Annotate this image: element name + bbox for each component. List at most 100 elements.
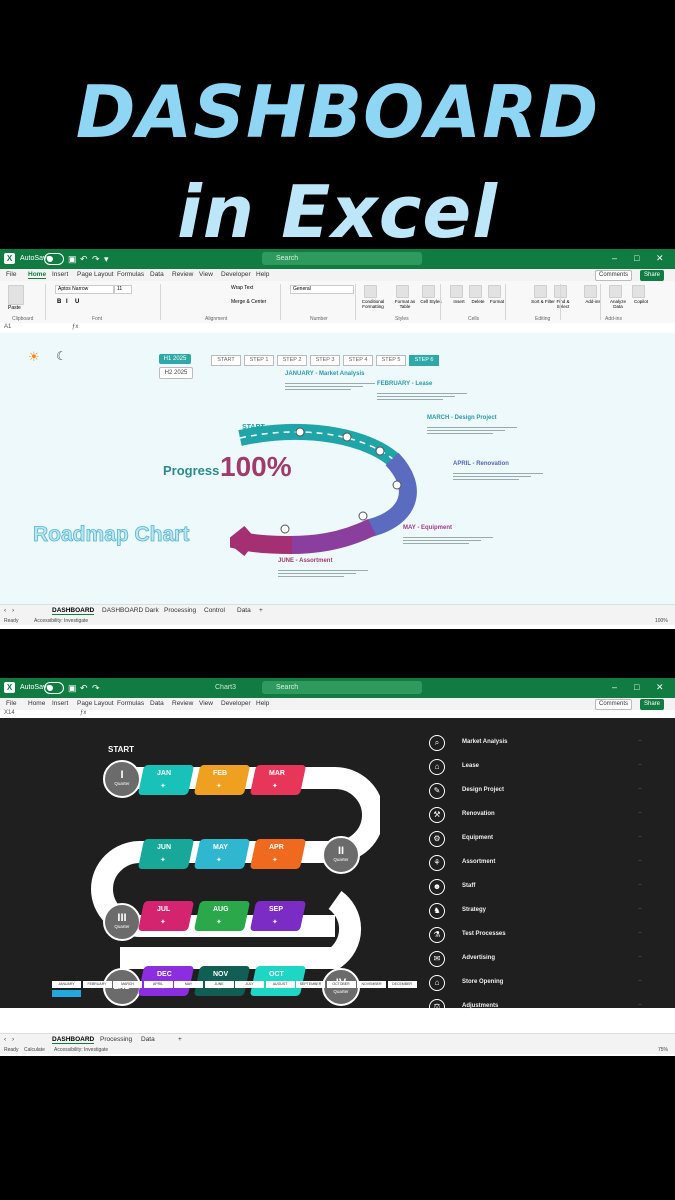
tab-scroll-left-icon[interactable]: ‹ [4, 1036, 6, 1043]
autosave-toggle[interactable] [44, 253, 64, 265]
ribbon-btn-icon-11[interactable] [632, 285, 645, 298]
ribbon-btn-label-9[interactable]: Add-ins [580, 299, 606, 304]
sheet-tab-0[interactable]: DASHBOARD [52, 607, 95, 615]
redo-icon[interactable]: ↷ [92, 683, 100, 694]
save-icon[interactable]: ▣ [68, 683, 77, 694]
sheet-tab-1[interactable]: Processing [100, 1036, 132, 1043]
paste-icon[interactable] [8, 285, 24, 305]
name-box[interactable]: X14 [4, 710, 15, 716]
ribbon-btn-icon-2[interactable] [396, 285, 409, 298]
menu-view[interactable]: View [199, 271, 213, 278]
minimize-icon[interactable]: – [612, 682, 617, 692]
ribbon-btn-icon-4[interactable] [450, 285, 463, 298]
step-cell-2[interactable]: MARCH [113, 981, 142, 988]
step-cell-4[interactable]: MAY [174, 981, 203, 988]
step-button-2[interactable]: STEP 2 [277, 355, 307, 366]
menu-review[interactable]: Review [172, 700, 193, 707]
share-button[interactable]: Share [640, 270, 665, 281]
menu-file[interactable]: File [6, 700, 16, 707]
format-b-icon[interactable]: B [57, 299, 61, 305]
status-accessibility[interactable]: Accessibility: Investigate [34, 618, 88, 624]
menu-insert[interactable]: Insert [52, 700, 68, 707]
moon-icon[interactable]: ☾ [56, 349, 67, 363]
format-u-icon[interactable]: U [75, 299, 79, 305]
sheet-tab-5[interactable]: + [259, 607, 263, 614]
merge-center-button[interactable]: Merge & Center [231, 299, 266, 305]
font-size-select[interactable]: 11 [114, 285, 132, 294]
menu-insert[interactable]: Insert [52, 271, 68, 278]
menu-review[interactable]: Review [172, 271, 193, 278]
ribbon-btn-icon-10[interactable] [609, 285, 622, 298]
tab-scroll-right-icon[interactable]: › [12, 1036, 14, 1043]
zoom-level[interactable]: 100% [655, 618, 668, 624]
undo-icon[interactable]: ↶ [80, 683, 88, 694]
step-cell-10[interactable]: NOVEMBER [357, 981, 386, 988]
number-format-select[interactable]: General [290, 285, 354, 294]
step-cell-7[interactable]: AUGUST [265, 981, 295, 988]
menu-file[interactable]: File [6, 271, 16, 278]
qa-dropdown-icon[interactable]: ▾ [104, 254, 109, 265]
step-cell-6[interactable]: JULY [235, 981, 264, 988]
step-cell-0[interactable]: JANUARY [52, 981, 81, 988]
step-cell-1[interactable]: FEBRUARY [82, 981, 112, 988]
sheet-tab-3[interactable]: Control [204, 607, 225, 614]
menu-help[interactable]: Help [256, 271, 269, 278]
sheet-tab-3[interactable]: + [178, 1036, 182, 1043]
menu-home[interactable]: Home [28, 700, 45, 707]
menu-page-layout[interactable]: Page Layout [77, 700, 114, 707]
menu-formulas[interactable]: Formulas [117, 271, 144, 278]
menu-data[interactable]: Data [150, 700, 164, 707]
sheet-tab-2[interactable]: Processing [164, 607, 196, 614]
step-button-4[interactable]: STEP 4 [343, 355, 373, 366]
sheet-tab-1[interactable]: DASHBOARD Dark [102, 607, 159, 614]
menu-page-layout[interactable]: Page Layout [77, 271, 114, 278]
sun-icon[interactable]: ☀ [28, 349, 40, 365]
close-icon[interactable]: ✕ [656, 253, 664, 264]
ribbon-btn-icon-6[interactable] [488, 285, 501, 298]
ribbon-btn-icon-9[interactable] [584, 285, 597, 298]
h2-button[interactable]: H2 2025 [159, 367, 193, 379]
menu-home[interactable]: Home [28, 271, 47, 279]
ribbon-btn-label-8[interactable]: Find & Select [550, 299, 576, 309]
zoom-level[interactable]: 75% [658, 1047, 668, 1053]
sheet-tab-4[interactable]: Data [237, 607, 251, 614]
ribbon-btn-icon-3[interactable] [422, 285, 435, 298]
redo-icon[interactable]: ↷ [92, 254, 100, 265]
status-accessibility[interactable]: Accessibility: Investigate [54, 1047, 108, 1053]
step-button-0[interactable]: START [211, 355, 241, 366]
menu-data[interactable]: Data [150, 271, 164, 278]
step-button-6[interactable]: STEP 6 [409, 355, 439, 366]
wrap-text-button[interactable]: Wrap Text [231, 285, 253, 291]
tab-scroll-right-icon[interactable]: › [12, 607, 14, 614]
name-box[interactable]: A1 [4, 324, 11, 330]
step-button-3[interactable]: STEP 3 [310, 355, 340, 366]
selected-cell[interactable] [52, 990, 81, 997]
ribbon-btn-label-1[interactable]: Conditional Formatting [360, 299, 386, 309]
ribbon-btn-icon-5[interactable] [469, 285, 482, 298]
undo-icon[interactable]: ↶ [80, 254, 88, 265]
save-icon[interactable]: ▣ [68, 254, 77, 265]
menu-formulas[interactable]: Formulas [117, 700, 144, 707]
maximize-icon[interactable]: □ [634, 682, 639, 692]
ribbon-btn-icon-7[interactable] [534, 285, 547, 298]
sheet-tab-2[interactable]: Data [141, 1036, 155, 1043]
search-input[interactable]: Search [262, 252, 422, 265]
format-i-icon[interactable]: I [66, 299, 68, 305]
maximize-icon[interactable]: □ [634, 253, 639, 263]
step-button-1[interactable]: STEP 1 [244, 355, 274, 366]
ribbon-btn-label-2[interactable]: Format as Table [392, 299, 418, 309]
sheet-tab-0[interactable]: DASHBOARD [52, 1036, 95, 1044]
menu-help[interactable]: Help [256, 700, 269, 707]
comments-button[interactable]: Comments [595, 699, 633, 710]
ribbon-btn-label-6[interactable]: Format [484, 299, 510, 304]
tab-scroll-left-icon[interactable]: ‹ [4, 607, 6, 614]
share-button[interactable]: Share [640, 699, 665, 710]
menu-developer[interactable]: Developer [221, 271, 251, 278]
autosave-toggle[interactable] [44, 682, 64, 694]
menu-developer[interactable]: Developer [221, 700, 251, 707]
search-input[interactable]: Search [262, 681, 422, 694]
ribbon-btn-label-11[interactable]: Copilot [628, 299, 654, 304]
ribbon-btn-icon-1[interactable] [364, 285, 377, 298]
menu-view[interactable]: View [199, 700, 213, 707]
minimize-icon[interactable]: – [612, 253, 617, 263]
